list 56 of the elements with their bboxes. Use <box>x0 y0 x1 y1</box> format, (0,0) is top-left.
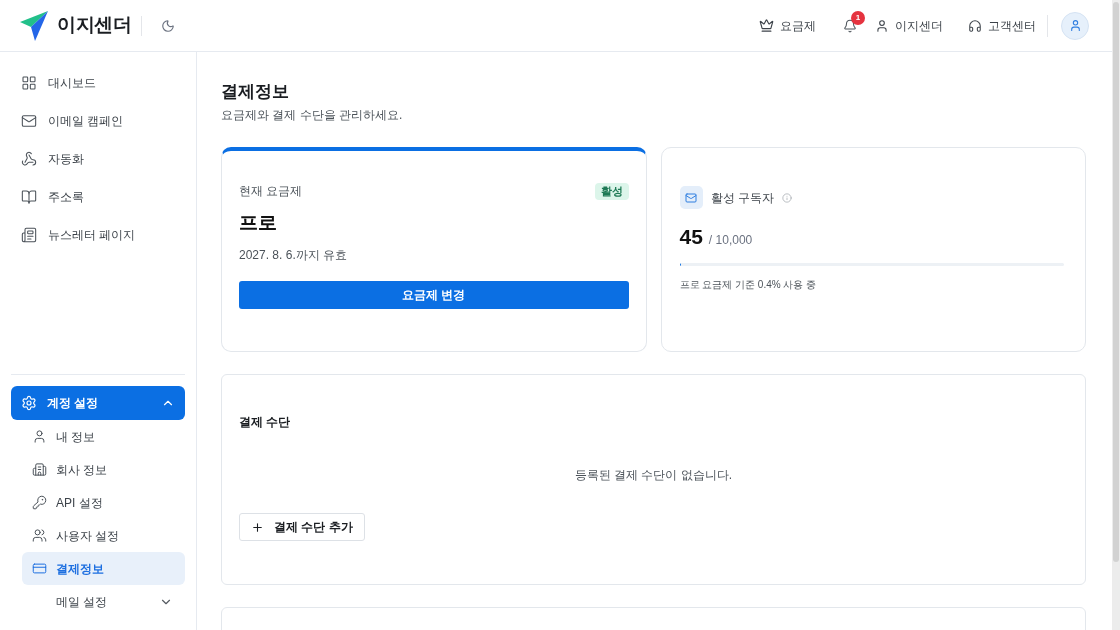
page-subtitle: 요금제와 결제 수단을 관리하세요. <box>221 107 404 124</box>
bell-icon <box>843 18 857 33</box>
nav-link[interactable]: 이지센더 <box>875 16 943 35</box>
empty-message: 등록된 결제 수단이 없습니다. <box>573 467 734 484</box>
moon-icon <box>161 18 176 33</box>
paper-plane-logo-icon <box>20 10 48 41</box>
headset-icon <box>968 18 982 33</box>
crown-icon <box>759 18 774 33</box>
sidebar-subitem[interactable]: 사용자 설정 <box>22 519 185 552</box>
sidebar-item[interactable]: 자동화 <box>11 140 185 178</box>
avatar-button[interactable] <box>1061 11 1089 40</box>
plan-name: 프로 <box>239 211 278 235</box>
notification-count: 1 <box>851 10 865 25</box>
users-icon <box>32 528 47 543</box>
gear-icon <box>21 395 37 411</box>
sidebar-item[interactable]: 대시보드 <box>11 64 185 102</box>
user-icon <box>1068 19 1082 32</box>
section-title: 결제 수단 <box>239 414 292 431</box>
card-label: 활성 구독자 <box>710 189 774 207</box>
usage-note: 프로 요금제 기준 0.4% 사용 중 <box>679 277 818 292</box>
envelope-icon <box>21 113 37 129</box>
sidebar-item[interactable]: 이메일 캠페인 <box>11 102 185 140</box>
change-plan-button[interactable]: 요금제 변경 <box>239 281 629 309</box>
nav-link[interactable]: 요금제 <box>759 16 816 35</box>
info-icon[interactable] <box>781 192 792 203</box>
book-icon <box>21 189 37 205</box>
sidebar-item[interactable]: 뉴스레터 페이지 <box>11 216 185 254</box>
status-badge: 활성 <box>594 182 629 200</box>
add-payment-method-button[interactable]: 결제 수단 추가 <box>239 513 365 541</box>
grid-icon <box>21 75 37 91</box>
subscriber-limit: / 10,000 <box>708 232 753 249</box>
card-label: 현재 요금제 <box>239 183 303 200</box>
user-icon <box>875 18 889 33</box>
mail-icon <box>679 186 703 209</box>
newspaper-icon <box>21 227 37 243</box>
key-icon <box>32 495 47 510</box>
settings-group-header[interactable]: 계정 설정 <box>11 386 185 420</box>
subscriber-count: 45 <box>679 224 703 250</box>
building-icon <box>32 462 47 477</box>
sidebar-item[interactable]: 주소록 <box>11 178 185 216</box>
notifications-button[interactable] <box>842 17 858 34</box>
user-icon <box>32 429 47 444</box>
sidebar-subitem[interactable]: 결제정보 <box>22 552 185 585</box>
page-title: 결제정보 <box>221 81 290 103</box>
sidebar-subitem[interactable]: 내 정보 <box>22 420 185 453</box>
sidebar-subitem[interactable]: 메일 설정 <box>22 585 185 618</box>
sidebar-subitem[interactable]: API 설정 <box>22 486 185 519</box>
plan-validity: 2027. 8. 6.까지 유효 <box>239 247 349 264</box>
webhook-icon <box>21 151 37 167</box>
scrollbar[interactable] <box>1112 0 1120 630</box>
sidebar-subitem[interactable]: 회사 정보 <box>22 453 185 486</box>
plus-icon <box>251 520 264 534</box>
nav-link[interactable]: 고객센터 <box>968 16 1036 35</box>
credit-card-icon <box>32 561 47 576</box>
brand-name[interactable]: 이지센더 <box>57 11 132 40</box>
dark-mode-toggle[interactable] <box>160 17 177 34</box>
